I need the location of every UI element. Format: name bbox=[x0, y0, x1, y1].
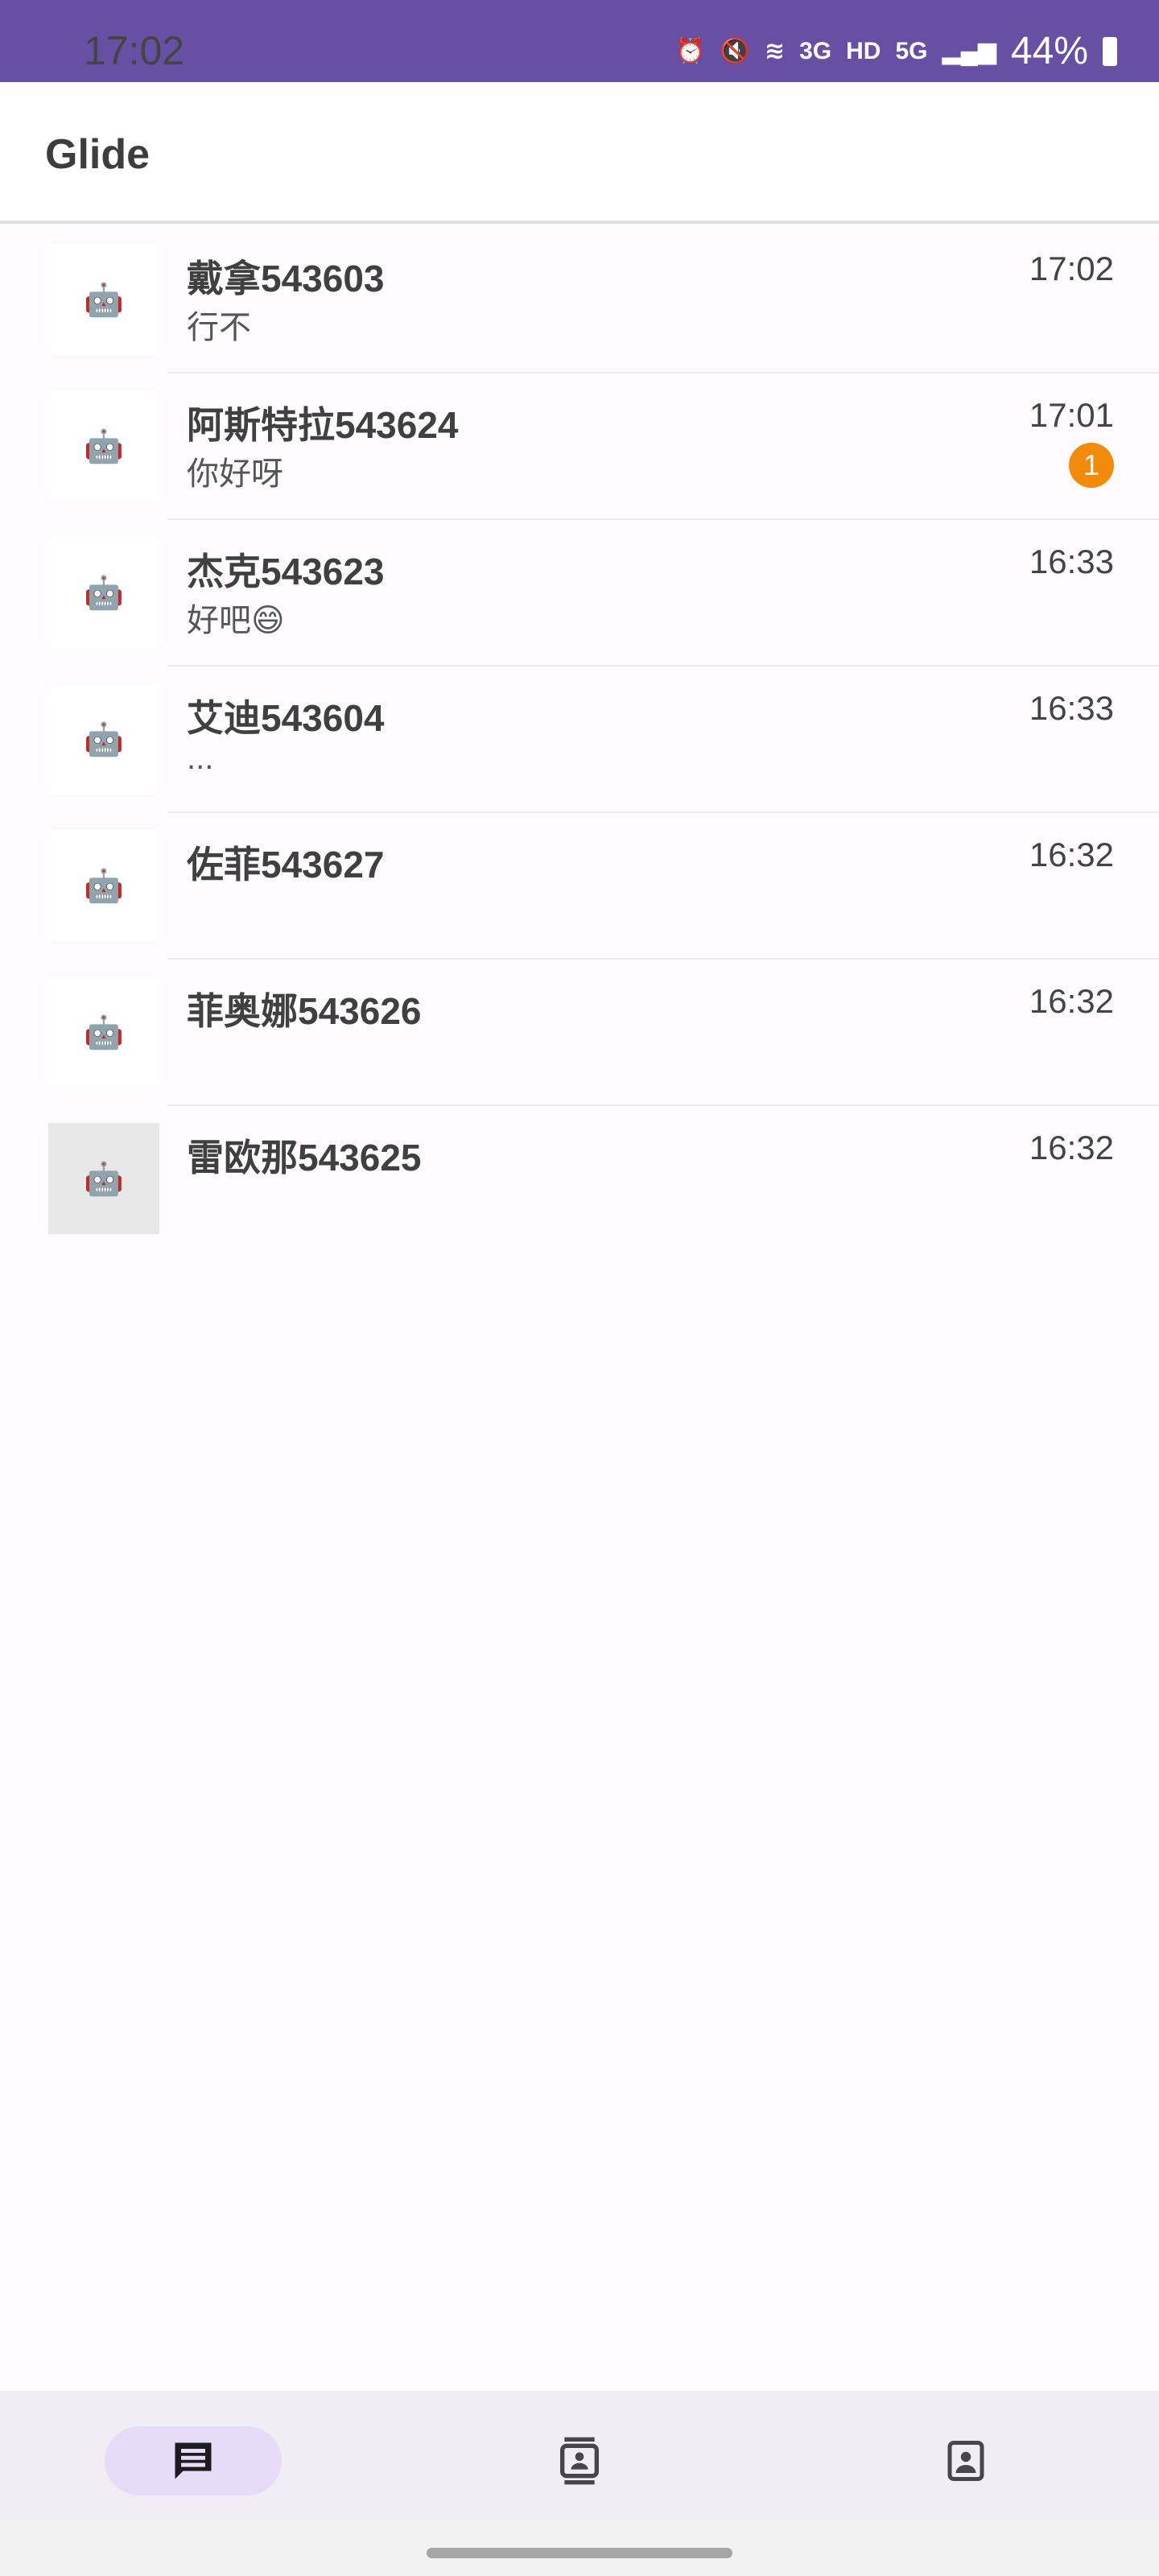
message-time: 16:33 bbox=[1029, 689, 1114, 727]
nav-chats[interactable] bbox=[105, 2426, 282, 2496]
contact-name: 戴拿543603 bbox=[187, 258, 385, 299]
message-time: 16:33 bbox=[1029, 543, 1114, 580]
contact-name: 杰克543623 bbox=[187, 551, 385, 592]
avatar[interactable]: 🤖 bbox=[48, 537, 159, 648]
gesture-area bbox=[0, 2520, 1159, 2576]
cartoon-avatar-icon: 🤖 bbox=[84, 282, 124, 318]
avatar[interactable]: 🤖 bbox=[48, 830, 159, 941]
avatar[interactable]: 🤖 bbox=[48, 1123, 159, 1234]
contact-name: 雷欧那543625 bbox=[187, 1137, 422, 1179]
signal-icon: ▂▄▆ bbox=[942, 38, 996, 64]
conversation-item[interactable]: 🤖 戴拿543603 行不 17:02 bbox=[0, 227, 1159, 374]
contact-name: 菲奥娜543626 bbox=[187, 990, 422, 1032]
message-preview: 行不 bbox=[187, 310, 251, 345]
bottom-nav bbox=[0, 2391, 1159, 2520]
cartoon-avatar-icon: 🤖 bbox=[84, 428, 124, 464]
battery-charging-icon bbox=[1103, 36, 1117, 66]
cartoon-avatar-icon: 🤖 bbox=[84, 575, 124, 611]
home-gesture-bar[interactable] bbox=[427, 2548, 732, 2558]
mute-icon: 🔇 bbox=[720, 38, 750, 64]
message-time: 16:32 bbox=[1029, 1129, 1114, 1166]
conversation-item[interactable]: 🤖 雷欧那543625 16:32 bbox=[0, 1106, 1159, 1253]
cartoon-avatar-icon: 🤖 bbox=[84, 1161, 124, 1197]
message-time: 16:32 bbox=[1029, 982, 1114, 1020]
conversation-item[interactable]: 🤖 杰克543623 好吧😄 16:33 bbox=[0, 520, 1159, 667]
chat-icon bbox=[175, 2442, 212, 2479]
conversation-item[interactable]: 🤖 佐菲543627 16:32 bbox=[0, 813, 1159, 960]
app-bar: Glide bbox=[0, 82, 1159, 224]
nav-contacts[interactable] bbox=[491, 2426, 668, 2496]
wifi-icon: ≋ bbox=[764, 38, 786, 64]
conversation-item[interactable]: 🤖 艾迪543604 ... 16:33 bbox=[0, 667, 1159, 813]
message-time: 16:32 bbox=[1029, 836, 1114, 873]
contact-name: 佐菲543627 bbox=[187, 844, 385, 886]
contacts-icon bbox=[560, 2437, 599, 2485]
avatar[interactable]: 🤖 bbox=[48, 390, 159, 502]
message-time: 17:01 bbox=[1029, 396, 1114, 434]
hd-label: HD bbox=[846, 37, 881, 64]
conversation-item[interactable]: 🤖 菲奥娜543626 16:32 bbox=[0, 960, 1159, 1106]
avatar[interactable]: 🤖 bbox=[48, 683, 159, 795]
avatar[interactable]: 🤖 bbox=[48, 244, 159, 355]
battery-level: 44% bbox=[1010, 30, 1088, 72]
avatar[interactable]: 🤖 bbox=[48, 976, 159, 1088]
conversation-list: 🤖 戴拿543603 行不 17:02 🤖 阿斯特拉543624 你好呀 17:… bbox=[0, 227, 1159, 1253]
nav-profile[interactable] bbox=[877, 2426, 1054, 2496]
network-3g: 3G bbox=[799, 37, 832, 64]
page-title: Glide bbox=[45, 131, 151, 178]
profile-icon bbox=[947, 2441, 984, 2481]
unread-badge: 1 bbox=[1069, 443, 1114, 488]
network-5g: 5G bbox=[895, 37, 928, 64]
conversation-item[interactable]: 🤖 阿斯特拉543624 你好呀 17:01 1 bbox=[0, 374, 1159, 520]
message-time: 17:02 bbox=[1029, 250, 1114, 287]
message-preview: ... bbox=[187, 741, 214, 776]
contact-name: 阿斯特拉543624 bbox=[187, 404, 459, 446]
message-preview: 你好呀 bbox=[187, 456, 283, 492]
contact-name: 艾迪543604 bbox=[187, 697, 385, 739]
alarm-icon: ⏰ bbox=[675, 38, 706, 64]
cartoon-avatar-icon: 🤖 bbox=[84, 1014, 124, 1051]
cartoon-avatar-icon: 🤖 bbox=[84, 721, 124, 758]
status-bar: 17:02 ⏰ 🔇 ≋ 3G HD 5G ▂▄▆ 44% bbox=[0, 0, 1159, 82]
cartoon-avatar-icon: 🤖 bbox=[84, 868, 124, 904]
message-preview: 好吧😄 bbox=[187, 603, 285, 638]
